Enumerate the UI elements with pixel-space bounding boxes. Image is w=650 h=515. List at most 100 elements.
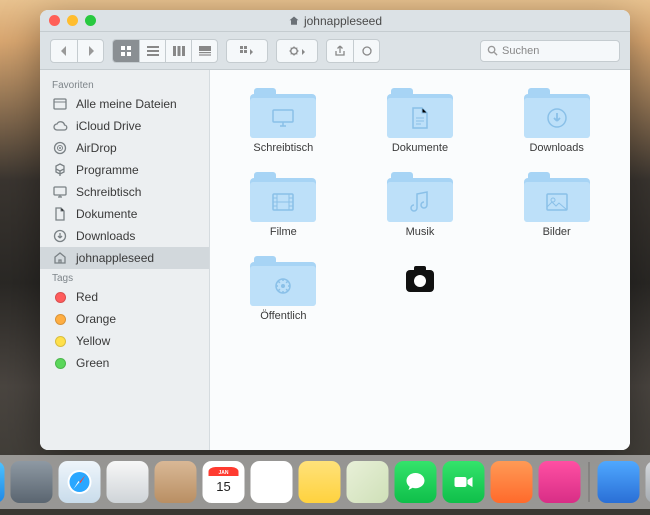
camera-icon [387,256,453,306]
folder-icon [250,172,316,222]
sidebar-item[interactable]: iCloud Drive [40,115,209,137]
folder-item[interactable]: Öffentlich [233,256,333,322]
share-button[interactable] [327,40,353,62]
dock-finder[interactable] [0,461,5,503]
sidebar-item[interactable]: Orange [40,308,209,330]
search-placeholder: Suchen [502,45,539,57]
dock: JAN 15 [0,455,650,509]
folder-label: Downloads [529,142,583,154]
tag-dot [52,289,68,305]
folder-label: Musik [406,226,435,238]
fullscreen-button[interactable] [85,15,96,26]
sidebar-item[interactable]: johnappleseed [40,247,209,269]
desktop-icon [52,184,68,200]
close-button[interactable] [49,15,60,26]
dock-maps[interactable] [347,461,389,503]
tag-dot [52,333,68,349]
dock-reminders[interactable] [251,461,293,503]
action-button-group [276,39,318,63]
search-field[interactable]: Suchen [480,40,620,62]
back-button[interactable] [51,40,77,62]
dock-mail[interactable] [107,461,149,503]
folder-icon [250,256,316,306]
folder-icon [250,88,316,138]
arrange-button[interactable] [227,40,267,62]
folder-grid: Schreibtisch Dokumente Downloads Filme Musik… [220,88,620,322]
window-title: johnappleseed [40,14,630,28]
home-icon [52,250,68,266]
dock-messages[interactable] [395,461,437,503]
folder-item[interactable]: Downloads [507,88,607,154]
folder-label: Dokumente [392,142,448,154]
view-buttons [112,39,218,63]
folder-item[interactable]: Filme [233,172,333,238]
sidebar-item-label: Red [76,290,98,304]
action-button[interactable] [277,40,317,62]
sidebar-header: Tags [40,269,209,286]
dock-launchpad[interactable] [11,461,53,503]
icon-view-button[interactable] [113,40,139,62]
folder-label: Filme [270,226,297,238]
arrange-button-group [226,39,268,63]
document-icon [52,206,68,222]
minimize-button[interactable] [67,15,78,26]
sidebar-item-label: Downloads [76,229,135,243]
dock-photobooth[interactable] [491,461,533,503]
folder-icon [524,88,590,138]
folder-item[interactable]: Schreibtisch [233,88,333,154]
dock-notes[interactable] [299,461,341,503]
search-icon [487,45,498,56]
folder-item[interactable]: Bilder [507,172,607,238]
dock-iphoto[interactable] [598,461,640,503]
cloud-icon [52,118,68,134]
share-button-group [326,39,380,63]
dock-contacts[interactable] [155,461,197,503]
sidebar: Favoriten Alle meine Dateien iCloud Drive A… [40,70,210,450]
toolbar: Suchen [40,32,630,70]
folder-item[interactable]: Dokumente [370,88,470,154]
dock-facetime[interactable] [443,461,485,503]
sidebar-item-label: Alle meine Dateien [76,97,177,111]
sidebar-item[interactable]: AirDrop [40,137,209,159]
titlebar[interactable]: johnappleseed [40,10,630,32]
sidebar-item[interactable]: Green [40,352,209,374]
dock-preferences[interactable] [646,461,650,503]
sidebar-item[interactable]: Alle meine Dateien [40,93,209,115]
folder-label: Schreibtisch [253,142,313,154]
dock-safari[interactable] [59,461,101,503]
list-view-button[interactable] [139,40,165,62]
nav-buttons [50,39,104,63]
apps-icon [52,162,68,178]
traffic-lights [40,15,96,26]
tag-dot [52,311,68,327]
forward-button[interactable] [77,40,103,62]
folder-label: Bilder [543,226,571,238]
all-files-icon [52,96,68,112]
dock-itunes[interactable] [539,461,581,503]
home-icon [288,15,300,27]
folder-item[interactable]: Musik [370,172,470,238]
sidebar-item[interactable]: Schreibtisch [40,181,209,203]
sidebar-item-label: Yellow [76,334,110,348]
svg-text:15: 15 [216,479,230,494]
sidebar-item-label: johnappleseed [76,251,154,265]
sidebar-item[interactable]: Red [40,286,209,308]
svg-text:JAN: JAN [218,470,228,476]
downloads-icon [52,228,68,244]
coverflow-view-button[interactable] [191,40,217,62]
content-area[interactable]: Schreibtisch Dokumente Downloads Filme Musik… [210,70,630,450]
column-view-button[interactable] [165,40,191,62]
screenshot-item[interactable] [370,256,470,322]
window-body: Favoriten Alle meine Dateien iCloud Drive A… [40,70,630,450]
sidebar-item[interactable]: Programme [40,159,209,181]
sidebar-item[interactable]: Dokumente [40,203,209,225]
tag-dot [52,355,68,371]
tags-button[interactable] [353,40,379,62]
sidebar-item-label: iCloud Drive [76,119,141,133]
sidebar-item[interactable]: Downloads [40,225,209,247]
dock-calendar[interactable]: JAN 15 [203,461,245,503]
folder-icon [387,88,453,138]
sidebar-item[interactable]: Yellow [40,330,209,352]
sidebar-header: Favoriten [40,76,209,93]
sidebar-item-label: Schreibtisch [76,185,141,199]
